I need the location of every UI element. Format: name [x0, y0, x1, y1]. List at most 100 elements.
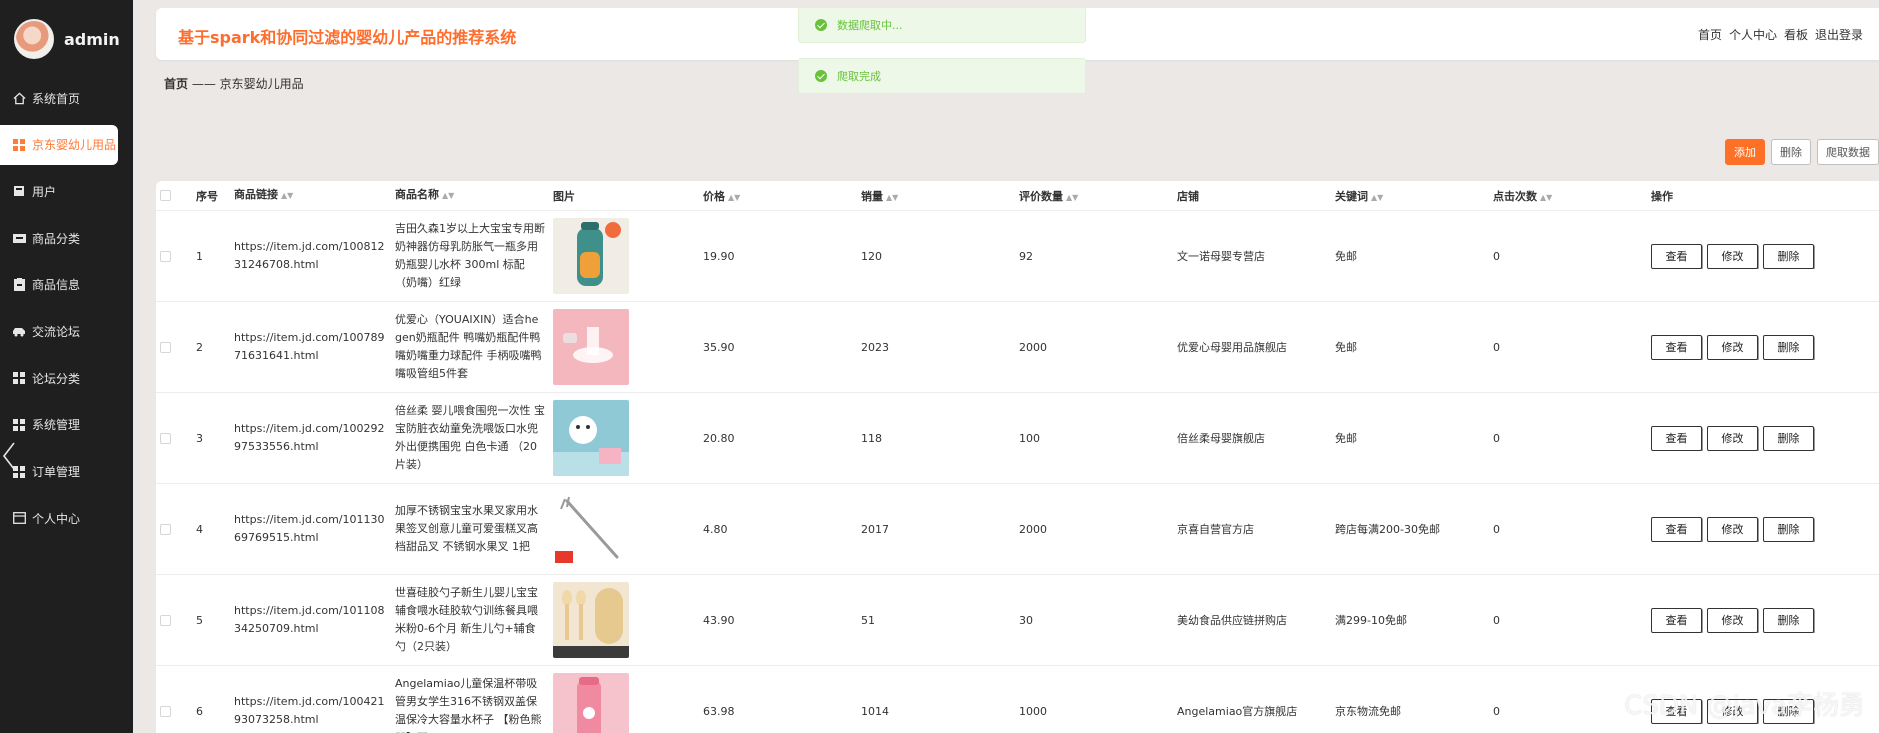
cell-no: 4	[196, 522, 203, 536]
col-header-name[interactable]: 商品名称 ▲▼	[395, 186, 553, 205]
view-button[interactable]: 查看	[1651, 243, 1702, 269]
row-checkbox[interactable]	[160, 523, 171, 535]
cell-shop: 京喜自营官方店	[1177, 523, 1254, 536]
col-header-price[interactable]: 价格 ▲▼	[703, 188, 861, 204]
add-button[interactable]: 添加	[1725, 139, 1765, 165]
row-delete-button[interactable]: 删除	[1763, 243, 1814, 269]
sort-icon[interactable]: ▲▼	[1066, 193, 1078, 202]
edit-button[interactable]: 修改	[1707, 243, 1758, 269]
collapse-chevron-icon[interactable]	[2, 441, 16, 471]
cell-keyword: 跨店每满200-30免邮	[1335, 523, 1440, 536]
cell-name: 世喜硅胶勺子新生儿婴儿宝宝辅食喂水硅胶软勺训练餐具喂米粉0-6个月 新生儿勺+辅…	[395, 586, 538, 653]
cell-reviews: 92	[1019, 249, 1033, 263]
cell-sales: 2023	[861, 340, 889, 354]
sidebar-item-product-info[interactable]: 商品信息	[0, 265, 133, 305]
sidebar: admin 系统首页 京东婴幼儿用品 用户 商品分类 商品信息 交流论坛 论坛分…	[0, 0, 133, 733]
nav-logout-link[interactable]: 退出登录	[1815, 26, 1863, 43]
view-button[interactable]: 查看	[1651, 607, 1702, 633]
sort-icon[interactable]: ▲▼	[886, 193, 898, 202]
sort-icon[interactable]: ▲▼	[728, 193, 740, 202]
product-image	[553, 218, 629, 294]
table-row: 6 https://item.jd.com/10042193073258.htm…	[156, 666, 1879, 733]
delete-button[interactable]: 删除	[1771, 139, 1811, 165]
sidebar-item-home[interactable]: 系统首页	[0, 78, 133, 118]
sidebar-item-label: 京东婴幼儿用品	[32, 138, 117, 153]
sidebar-item-system[interactable]: 系统管理	[0, 405, 133, 445]
cell-link: https://item.jd.com/10042193073258.html	[234, 695, 385, 726]
row-checkbox[interactable]	[160, 432, 171, 444]
row-delete-button[interactable]: 删除	[1763, 334, 1814, 360]
col-header-clicks[interactable]: 点击次数 ▲▼	[1493, 188, 1651, 204]
select-all-checkbox[interactable]	[160, 190, 171, 201]
cell-link: https://item.jd.com/10029297533556.html	[234, 422, 385, 453]
cell-no: 1	[196, 249, 203, 263]
nav-profile-link[interactable]: 个人中心	[1729, 26, 1777, 43]
cell-link: https://item.jd.com/10110834250709.html	[234, 604, 385, 635]
sort-icon[interactable]: ▲▼	[1371, 193, 1383, 202]
cell-price: 43.90	[703, 613, 735, 627]
cell-no: 6	[196, 704, 203, 718]
sort-icon[interactable]: ▲▼	[442, 191, 454, 200]
cell-clicks: 0	[1493, 249, 1500, 263]
col-header-reviews[interactable]: 评价数量 ▲▼	[1019, 188, 1177, 204]
row-delete-button[interactable]: 删除	[1763, 607, 1814, 633]
cell-clicks: 0	[1493, 340, 1500, 354]
row-delete-button[interactable]: 删除	[1763, 516, 1814, 542]
nav-home-link[interactable]: 首页	[1698, 26, 1722, 43]
product-image	[553, 400, 629, 476]
sidebar-item-forum-category[interactable]: 论坛分类	[0, 358, 133, 398]
sort-icon[interactable]: ▲▼	[1540, 193, 1552, 202]
cell-keyword: 免邮	[1335, 250, 1357, 263]
row-checkbox[interactable]	[160, 341, 171, 353]
avatar[interactable]	[14, 19, 54, 59]
nav-dashboard-link[interactable]: 看板	[1784, 26, 1808, 43]
edit-button[interactable]: 修改	[1707, 334, 1758, 360]
sort-icon[interactable]: ▲▼	[281, 191, 293, 200]
sidebar-item-jd-baby[interactable]: 京东婴幼儿用品	[0, 124, 118, 165]
row-checkbox[interactable]	[160, 250, 171, 262]
edit-button[interactable]: 修改	[1707, 425, 1758, 451]
edit-button[interactable]: 修改	[1707, 516, 1758, 542]
edit-button[interactable]: 修改	[1707, 607, 1758, 633]
col-header-keyword[interactable]: 关键词 ▲▼	[1335, 188, 1493, 204]
breadcrumb-home[interactable]: 首页	[164, 77, 188, 91]
crawl-data-button[interactable]: 爬取数据	[1817, 139, 1879, 165]
sidebar-item-category[interactable]: 商品分类	[0, 218, 133, 258]
sidebar-item-label: 系统管理	[32, 418, 81, 433]
cell-reviews: 100	[1019, 431, 1040, 445]
cell-clicks: 0	[1493, 613, 1500, 627]
table-header: 序号 商品链接 ▲▼ 商品名称 ▲▼ 图片 价格 ▲▼ 销量 ▲▼ 评价数量 ▲▼ 店铺 …	[156, 181, 1879, 211]
breadcrumb: 首页 —— 京东婴幼儿用品	[164, 75, 304, 92]
cell-reviews: 30	[1019, 613, 1033, 627]
sidebar-item-orders[interactable]: 订单管理	[0, 452, 133, 492]
car-icon	[12, 324, 26, 338]
sidebar-item-label: 交流论坛	[32, 324, 81, 339]
view-button[interactable]: 查看	[1651, 334, 1702, 360]
view-button[interactable]: 查看	[1651, 425, 1702, 451]
table-row: 5 https://item.jd.com/10110834250709.htm…	[156, 575, 1879, 666]
cell-no: 5	[196, 613, 203, 627]
grid-icon	[12, 371, 26, 385]
col-header-link[interactable]: 商品链接 ▲▼	[234, 186, 395, 205]
sidebar-item-forum[interactable]: 交流论坛	[0, 311, 133, 351]
col-header-no: 序号	[196, 189, 218, 203]
cell-name: Angelamiao儿童保温杯带吸管男女学生316不锈钢双盖保温保冷大容量水杯子…	[395, 677, 542, 733]
grid-icon	[12, 138, 26, 152]
success-check-icon	[815, 19, 827, 31]
cell-keyword: 京东物流免邮	[1335, 705, 1401, 718]
sidebar-item-label: 用户	[32, 184, 57, 199]
sidebar-item-label: 论坛分类	[32, 371, 81, 386]
cell-reviews: 1000	[1019, 704, 1047, 718]
cell-shop: 倍丝柔母婴旗舰店	[1177, 432, 1265, 445]
sidebar-item-profile[interactable]: 个人中心	[0, 498, 133, 538]
row-checkbox[interactable]	[160, 614, 171, 626]
view-button[interactable]: 查看	[1651, 516, 1702, 542]
col-header-sales[interactable]: 销量 ▲▼	[861, 188, 1019, 204]
toast-crawling: 数据爬取中...	[798, 7, 1086, 43]
row-delete-button[interactable]: 删除	[1763, 425, 1814, 451]
cell-name: 加厚不锈钢宝宝水果叉家用水果签叉创意儿童可爱蛋糕叉高档甜品叉 不锈钢水果叉 1把	[395, 504, 538, 553]
sidebar-item-user[interactable]: 用户	[0, 171, 133, 211]
toast-text: 数据爬取中...	[837, 19, 903, 32]
row-checkbox[interactable]	[160, 705, 171, 717]
cell-clicks: 0	[1493, 522, 1500, 536]
